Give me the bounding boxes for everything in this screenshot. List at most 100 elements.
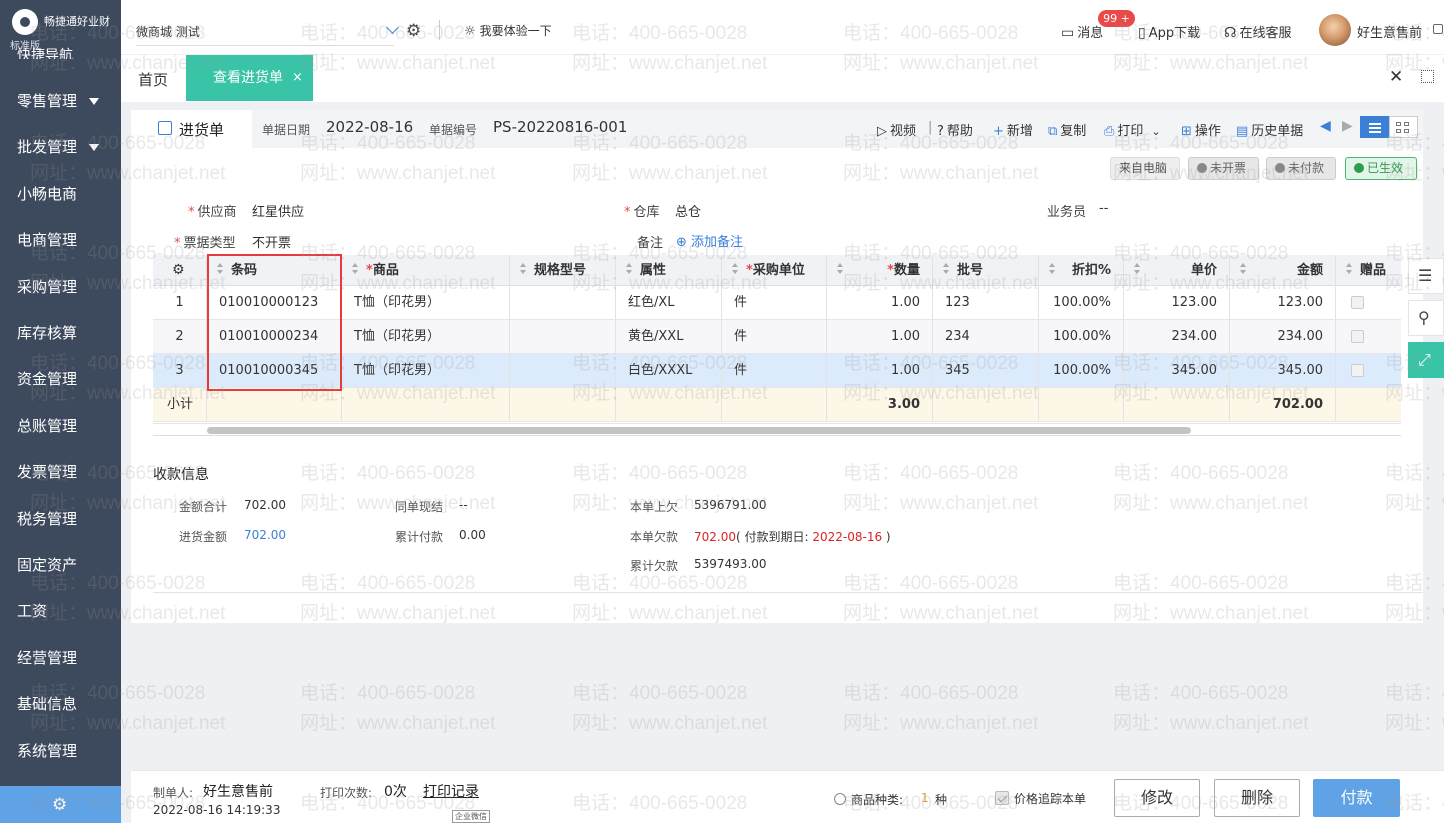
cell-unit[interactable]: 件 xyxy=(722,286,827,319)
cell-amount[interactable]: 123.00 xyxy=(1230,286,1336,319)
cell-qty[interactable]: 1.00 xyxy=(827,354,933,387)
float-expand-button[interactable]: ⤢ xyxy=(1408,342,1444,378)
sidebar-item-2[interactable]: 小畅电商 xyxy=(0,174,121,214)
cell-spec[interactable] xyxy=(510,354,616,387)
sidebar-item-11[interactable]: 工资 xyxy=(0,591,121,631)
try-it-link[interactable]: ☼ 我要体验一下 xyxy=(464,22,552,39)
cell-batch[interactable]: 123 xyxy=(933,286,1039,319)
header-batch[interactable]: 批号 xyxy=(933,255,1039,285)
float-form-button[interactable]: ☰ xyxy=(1408,258,1444,294)
close-all-tabs-icon[interactable]: ✕ xyxy=(1389,67,1403,87)
cell-unit[interactable]: 件 xyxy=(722,320,827,353)
cell-spec[interactable] xyxy=(510,286,616,319)
print-button[interactable]: ⎙ 打印 ⌄ xyxy=(1104,120,1161,139)
fullscreen-icon[interactable] xyxy=(1421,70,1434,83)
header-quantity[interactable]: *数量 xyxy=(827,255,933,285)
gift-checkbox[interactable] xyxy=(1351,296,1364,309)
sidebar-item-7[interactable]: 总账管理 xyxy=(0,406,121,446)
header-amount[interactable]: 金额 xyxy=(1230,255,1336,285)
cell-qty[interactable]: 1.00 xyxy=(827,320,933,353)
video-button[interactable]: ▷ 视频 xyxy=(877,120,916,139)
sidebar-item-6[interactable]: 资金管理 xyxy=(0,359,121,399)
gift-checkbox[interactable] xyxy=(1351,330,1364,343)
tab-view-purchase-order[interactable]: 查看进货单 × xyxy=(186,55,313,101)
sidebar-settings-button[interactable]: ⚙ xyxy=(0,786,121,823)
header-unit[interactable]: *采购单位 xyxy=(722,255,827,285)
card-view-toggle[interactable] xyxy=(1389,116,1418,138)
add-button[interactable]: + 新增 xyxy=(993,120,1033,139)
cell-amount[interactable]: 345.00 xyxy=(1230,354,1336,387)
cell-qty[interactable]: 1.00 xyxy=(827,286,933,319)
cell-discount[interactable]: 100.00% xyxy=(1039,320,1124,353)
column-settings-gear-icon[interactable]: ⚙ xyxy=(153,255,207,285)
sidebar-item-quick-nav[interactable]: 快捷导航 xyxy=(17,45,73,59)
cell-product[interactable]: T恤（印花男） xyxy=(342,286,510,319)
cell-batch[interactable]: 234 xyxy=(933,320,1039,353)
avatar[interactable] xyxy=(1319,14,1351,46)
cell-discount[interactable]: 100.00% xyxy=(1039,286,1124,319)
cell-price[interactable]: 345.00 xyxy=(1124,354,1230,387)
supplier-value[interactable]: 红星供应 xyxy=(252,201,304,220)
cell-discount[interactable]: 100.00% xyxy=(1039,354,1124,387)
cell-batch[interactable]: 345 xyxy=(933,354,1039,387)
cell-attr[interactable]: 白色/XXXL xyxy=(616,354,722,387)
window-icon[interactable] xyxy=(1433,24,1443,34)
sidebar-item-3[interactable]: 电商管理 xyxy=(0,220,121,260)
doc-tab-purchase[interactable]: 进货单 xyxy=(131,110,252,148)
header-attribute[interactable]: 属性 xyxy=(616,255,722,285)
header-gift[interactable]: 赠品 xyxy=(1336,255,1401,285)
header-product[interactable]: *商品 xyxy=(342,255,510,285)
sidebar-item-1[interactable]: 批发管理 xyxy=(0,127,121,167)
cell-attr[interactable]: 红色/XL xyxy=(616,286,722,319)
settings-gear-icon[interactable]: ⚙ xyxy=(406,21,421,41)
sidebar-item-5[interactable]: 库存核算 xyxy=(0,313,121,353)
cell-attr[interactable]: 黄色/XXL xyxy=(616,320,722,353)
cell-unit[interactable]: 件 xyxy=(722,354,827,387)
horizontal-scrollbar[interactable] xyxy=(153,423,1401,436)
sidebar-item-4[interactable]: 采购管理 xyxy=(0,267,121,307)
sidebar-item-8[interactable]: 发票管理 xyxy=(0,452,121,492)
sidebar-item-13[interactable]: 基础信息 xyxy=(0,684,121,724)
messages-link[interactable]: ▭ 消息 xyxy=(1061,22,1103,41)
operations-button[interactable]: ⊞ 操作 xyxy=(1181,120,1221,139)
scrollbar-thumb[interactable] xyxy=(207,427,1191,434)
salesman-value[interactable]: -- xyxy=(1099,201,1108,216)
cell-price[interactable]: 234.00 xyxy=(1124,320,1230,353)
cell-product[interactable]: T恤（印花男） xyxy=(342,354,510,387)
header-price[interactable]: 单价 xyxy=(1124,255,1230,285)
tab-home[interactable]: 首页 xyxy=(138,69,168,90)
list-view-toggle[interactable] xyxy=(1360,116,1389,138)
cell-amount[interactable]: 234.00 xyxy=(1230,320,1336,353)
product-kinds-radio[interactable] xyxy=(834,793,846,805)
help-button[interactable]: ? 帮助 xyxy=(937,120,973,139)
sidebar-item-9[interactable]: 税务管理 xyxy=(0,499,121,539)
delete-button[interactable]: 删除 xyxy=(1214,779,1300,817)
sidebar-item-0[interactable]: 零售管理 xyxy=(0,81,121,121)
warehouse-value[interactable]: 总仓 xyxy=(675,201,701,220)
header-spec[interactable]: 规格型号 xyxy=(510,255,616,285)
online-support-link[interactable]: ☊ 在线客服 xyxy=(1224,22,1291,41)
print-log-link[interactable]: 打印记录 xyxy=(423,781,479,801)
wechat-tag[interactable]: 企业微信 xyxy=(452,810,490,823)
pay-button[interactable]: 付款 xyxy=(1313,779,1400,817)
add-remark-link[interactable]: ⊕ 添加备注 xyxy=(676,231,743,250)
cell-product[interactable]: T恤（印花男） xyxy=(342,320,510,353)
header-discount[interactable]: 折扣% xyxy=(1039,255,1124,285)
sidebar-item-14[interactable]: 系统管理 xyxy=(0,731,121,771)
price-track-checkbox[interactable] xyxy=(995,791,1009,805)
edit-button[interactable]: 修改 xyxy=(1114,779,1200,817)
cell-price[interactable]: 123.00 xyxy=(1124,286,1230,319)
next-record-icon[interactable]: ▶ xyxy=(1342,118,1353,134)
sidebar-item-12[interactable]: 经营管理 xyxy=(0,638,121,678)
sidebar-item-10[interactable]: 固定资产 xyxy=(0,545,121,585)
cell-spec[interactable] xyxy=(510,320,616,353)
history-button[interactable]: ▤ 历史单据 xyxy=(1236,120,1303,139)
close-icon[interactable]: × xyxy=(292,55,303,101)
float-attachment-button[interactable]: ⚲ xyxy=(1408,300,1444,336)
user-name[interactable]: 好生意售前 xyxy=(1357,22,1422,41)
app-download-link[interactable]: ▯ App下载 xyxy=(1138,22,1200,41)
prev-record-icon[interactable]: ◀ xyxy=(1320,118,1331,134)
copy-button[interactable]: ⧉ 复制 xyxy=(1048,120,1086,139)
invoice-type-value[interactable]: 不开票 xyxy=(252,232,291,251)
store-select[interactable]: 微商城 测试 xyxy=(136,18,399,46)
